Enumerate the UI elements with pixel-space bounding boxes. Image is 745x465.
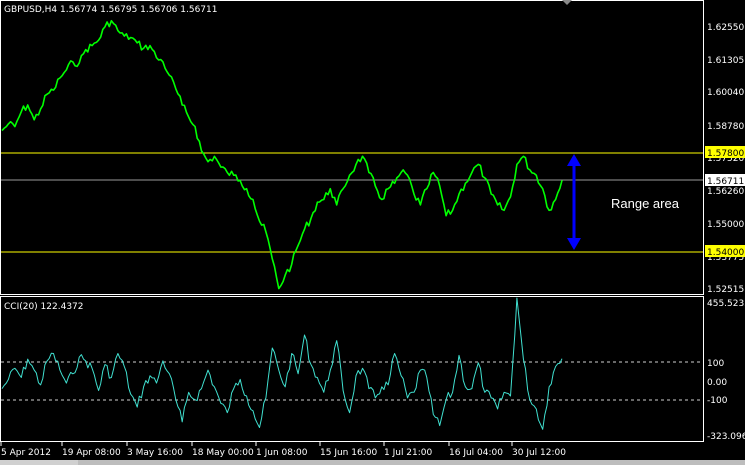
price-tick-label: 1.58780: [707, 122, 744, 132]
time-tick-label: 19 Apr 08:00: [62, 448, 121, 458]
time-tick-label: 3 May 16:00: [127, 448, 183, 458]
time-tick-label: 1 Jul 21:00: [384, 448, 433, 458]
price-tick-label: 1.60040: [707, 88, 744, 98]
price-tick-label: 1.61305: [707, 56, 744, 66]
chart-tab[interactable]: [0, 460, 78, 465]
time-tick-label: 15 Jun 16:00: [320, 448, 377, 458]
cci-tick-label: -100: [707, 396, 728, 406]
price-tick-label: 1.55000: [707, 220, 744, 230]
time-tick-label: 5 Apr 2012: [1, 448, 51, 458]
cci-tick-label: 455.5233: [707, 299, 745, 309]
chart-tab-strip: [78, 460, 745, 465]
trading-chart[interactable]: GBPUSD,H4 1.56774 1.56795 1.56706 1.5671…: [0, 0, 745, 465]
range-area-annotation: Range area: [611, 196, 680, 211]
cci-tick-label: 0.00: [707, 378, 727, 388]
cci-panel-title: CCI(20) 122.4372: [4, 302, 84, 312]
time-tick-label: 1 Jun 08:00: [256, 448, 308, 458]
price-tick-label: 1.56260: [707, 187, 744, 197]
time-tick-label: 30 Jul 12:00: [512, 448, 566, 458]
time-tick-label: 18 May 00:00: [192, 448, 254, 458]
chart-background: [0, 0, 745, 465]
lower-level-price-label: 1.54000: [707, 248, 744, 258]
price-tick-label: 1.52515: [707, 285, 744, 295]
current-price-label: 1.56711: [707, 177, 744, 187]
cci-tick-label: 100: [707, 359, 724, 369]
upper-level-price-label: 1.57800: [707, 149, 744, 159]
time-tick-label: 16 Jul 04:00: [449, 448, 503, 458]
main-panel-title: GBPUSD,H4 1.56774 1.56795 1.56706 1.5671…: [4, 5, 217, 15]
price-tick-label: 1.62550: [707, 23, 744, 33]
cci-tick-label: -323.096: [707, 432, 745, 442]
